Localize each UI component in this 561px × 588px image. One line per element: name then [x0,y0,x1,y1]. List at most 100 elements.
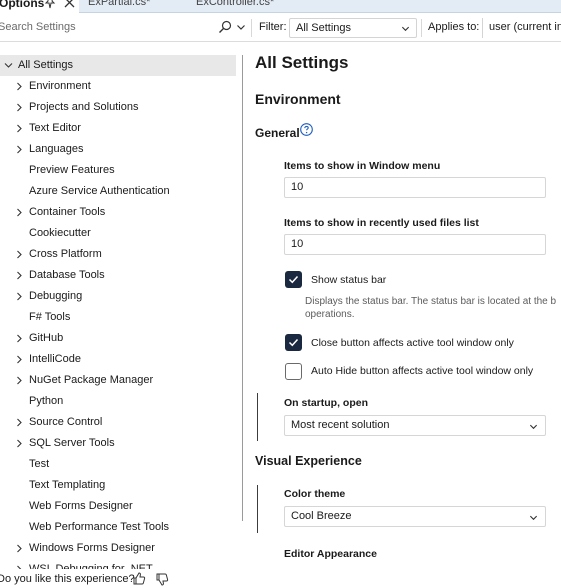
chevron-right-icon[interactable] [15,250,24,259]
section-title-environment: Environment [255,91,341,107]
pin-icon[interactable] [44,0,56,12]
document-tab-strip: ExPartial.cs* ExController.cs* [79,0,561,13]
feedback-question: Do you like this experience? [0,573,135,585]
window-menu-items-label: Items to show in Window menu [284,160,441,172]
show-status-bar-checkbox[interactable] [285,271,302,288]
tree-item-label: Languages [29,143,84,155]
tree-item[interactable]: Web Forms Designer [0,496,236,517]
tree-item-label: Container Tools [29,206,106,218]
chevron-right-icon[interactable] [15,208,24,217]
chevron-right-icon[interactable] [15,565,24,569]
tree-item[interactable]: Source Control [0,412,236,433]
close-button-checkbox[interactable] [285,334,302,351]
editor-appearance-label: Editor Appearance [284,548,377,560]
startup-dropdown[interactable]: Most recent solution [284,415,546,436]
tree-item[interactable]: Container Tools [0,202,236,223]
chevron-right-icon[interactable] [15,418,24,427]
tree-item[interactable]: Cross Platform [0,244,236,265]
tree-item[interactable]: IntelliCode [0,349,236,370]
status-bar-description: Displays the status bar. The status bar … [305,295,561,321]
applies-to-label: Applies to: [428,21,480,33]
color-theme-label: Color theme [284,488,346,500]
chevron-right-icon[interactable] [15,334,24,343]
tree-item[interactable]: Preview Features [0,160,236,181]
feedback-bar: Do you like this experience? [0,572,169,586]
tree-item-label: Cross Platform [29,248,102,260]
doc-tab-excontroller[interactable]: ExController.cs* [196,0,274,8]
tree-item[interactable]: Debugging [0,286,236,307]
search-options-chevron-icon[interactable] [236,22,246,32]
startup-label: On startup, open [284,397,368,409]
color-theme-dropdown[interactable]: Cool Breeze [284,506,546,527]
status-bar-description-line: Displays the status bar. The status bar … [305,296,557,307]
chevron-right-icon[interactable] [15,103,24,112]
tree-item-label: Azure Service Authentication [29,185,170,197]
chevron-right-icon[interactable] [15,292,24,301]
pane-splitter[interactable] [242,55,243,521]
tree-item[interactable]: Text Templating [0,475,236,496]
options-dialog: Options ExPartial.cs* ExController.cs* S… [0,0,561,588]
doc-tab-expartial[interactable]: ExPartial.cs* [88,0,150,8]
tree-item[interactable]: WSL Debugging for .NET [0,559,236,569]
chevron-right-icon[interactable] [15,145,24,154]
tree-item[interactable]: Environment [0,76,236,97]
thumbs-up-icon[interactable] [132,572,146,586]
tree-item-label: Windows Forms Designer [29,542,155,554]
search-icon[interactable] [218,20,232,34]
tree-item[interactable]: Azure Service Authentication [0,181,236,202]
chevron-right-icon[interactable] [15,124,24,133]
close-icon[interactable] [64,0,75,11]
tree-item-label: WSL Debugging for .NET [29,563,153,569]
tree-item[interactable]: Languages [0,139,236,160]
recent-files-items-input[interactable]: 10 [284,234,546,255]
chevron-right-icon[interactable] [15,355,24,364]
tree-item[interactable]: Projects and Solutions [0,97,236,118]
tree-item-label: Preview Features [29,164,115,176]
tree-item[interactable]: All Settings [0,55,236,76]
settings-content: All Settings Environment General Items t… [255,45,561,585]
tree-item-label: NuGet Package Manager [29,374,154,386]
tree-item[interactable]: F# Tools [0,307,236,328]
settings-tree: All Settings Environment Projects and Solu… [0,55,240,575]
tree-item-label: IntelliCode [29,353,81,365]
tree-item-label: Cookiecutter [29,227,91,239]
filter-value: All Settings [296,22,352,34]
chevron-right-icon[interactable] [15,376,24,385]
tree-item[interactable]: Python [0,391,236,412]
title-bar: Options ExPartial.cs* ExController.cs* [0,0,561,13]
tree-item[interactable]: Text Editor [0,118,236,139]
window-title: Options [0,0,45,10]
tree-item-label: GitHub [29,332,64,344]
tree-item[interactable]: Database Tools [0,265,236,286]
auto-hide-button-checkbox[interactable] [285,363,302,380]
chevron-right-icon[interactable] [15,544,24,553]
chevron-right-icon[interactable] [15,271,24,280]
tree-item[interactable]: Test [0,454,236,475]
chevron-right-icon[interactable] [15,82,24,91]
chevron-down-icon [529,424,538,430]
tree-item[interactable]: Web Performance Test Tools [0,517,236,538]
window-menu-items-value: 10 [291,181,304,193]
window-menu-items-input[interactable]: 10 [284,177,546,198]
page-title: All Settings [255,53,349,72]
chevron-down-icon[interactable] [4,61,13,70]
tree-item[interactable]: Cookiecutter [0,223,236,244]
chevron-right-icon[interactable] [15,439,24,448]
setting-accent-bar [257,393,258,441]
recent-files-items-label: Items to show in recently used files lis… [284,217,479,229]
thumbs-down-icon[interactable] [155,572,169,586]
tree-item-label: Database Tools [29,269,105,281]
tree-item[interactable]: SQL Server Tools [0,433,236,454]
tree-item[interactable]: GitHub [0,328,236,349]
search-input[interactable]: Search Settings [0,21,76,33]
checkmark-icon [288,275,299,284]
tree-item-label: Environment [29,80,91,92]
auto-hide-button-label: Auto Hide button affects active tool win… [311,365,534,377]
tree-item[interactable]: NuGet Package Manager [0,370,236,391]
filter-dropdown[interactable]: All Settings [289,18,417,38]
recent-files-items-value: 10 [291,238,304,250]
chevron-down-icon [529,515,538,521]
tree-item[interactable]: Windows Forms Designer [0,538,236,559]
help-icon[interactable] [300,123,313,136]
applies-to-dropdown[interactable]: user (current ins [482,18,561,38]
